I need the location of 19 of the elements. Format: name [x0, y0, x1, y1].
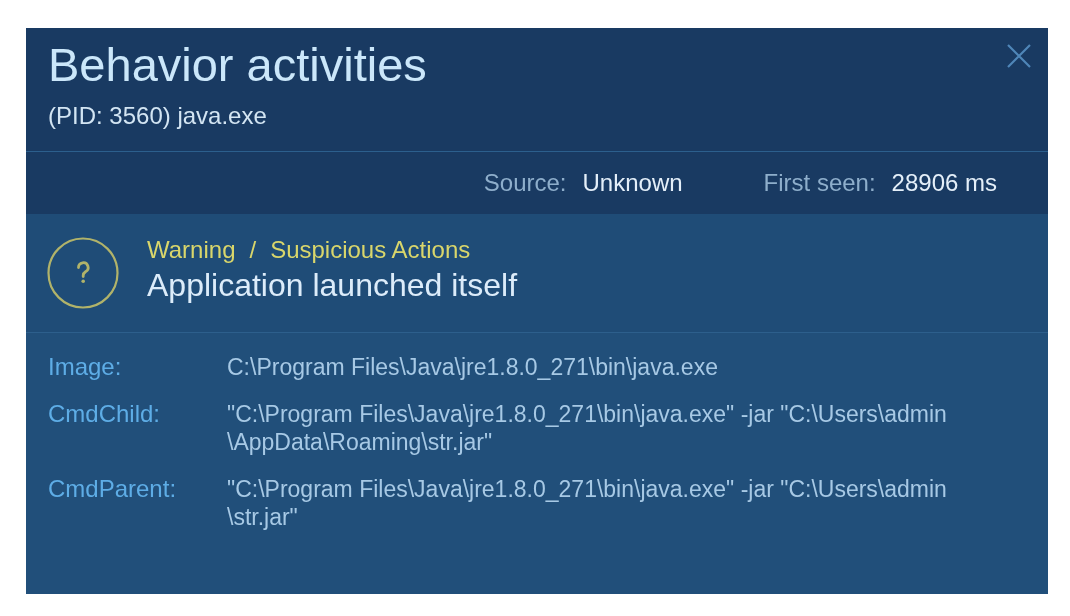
meta-label: Source: [483, 168, 567, 198]
event-title: Application launched itself [147, 266, 517, 304]
detail-value: "C:\Program Files\Java\jre1.8.0_271\bin\java.exe" -jar "C:\Users\admin\str.jar" [227, 475, 948, 531]
detail-label: CmdParent: [48, 475, 178, 503]
detail-value: C:\Program Files\Java\jre1.8.0_271\bin\java.exe [227, 353, 719, 381]
meta-value: Unknown [582, 168, 683, 198]
close-button[interactable] [1007, 44, 1031, 68]
meta-value: 28906 ms [891, 168, 997, 198]
breadcrumb-separator: / [249, 238, 257, 262]
detail-label: CmdChild: [48, 400, 162, 428]
event-severity: Warning [147, 238, 236, 262]
question-circle-icon [47, 237, 119, 309]
dialog-title: Behavior activities [48, 38, 427, 92]
detail-label: Image: [48, 353, 123, 381]
close-icon [1007, 44, 1031, 68]
detail-value: "C:\Program Files\Java\jre1.8.0_271\bin\java.exe" -jar "C:\Users\admin\AppData\Roaming\str.jar" [227, 400, 948, 456]
process-subtitle: (PID: 3560) java.exe [48, 102, 268, 130]
meta-label: First seen: [763, 168, 876, 198]
event-category: Suspicious Actions [270, 238, 471, 262]
